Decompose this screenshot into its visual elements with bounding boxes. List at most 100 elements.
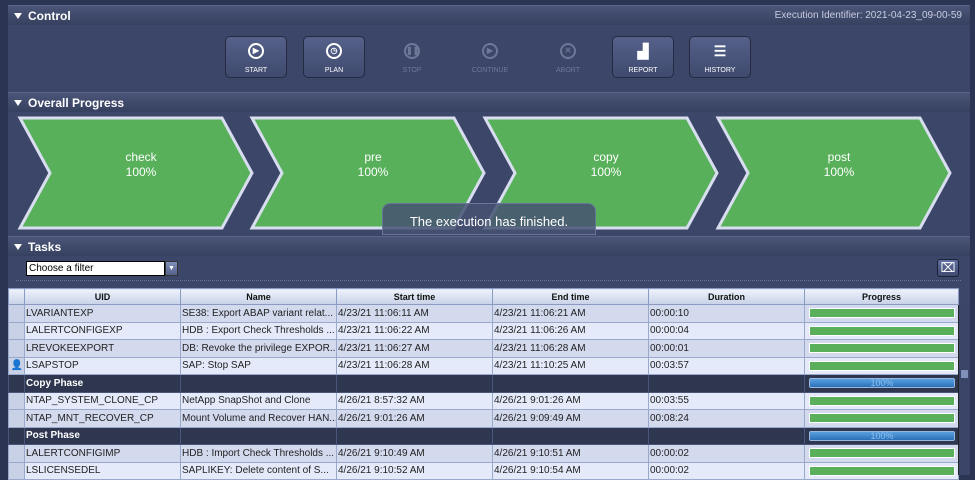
collapse-icon [14,13,22,19]
control-title: Control [28,9,71,23]
progress-cell [804,461,959,480]
cell-name: SAPLIKEY: Delete content of S... [180,461,337,480]
stop-button: ❚❚ STOP [381,36,443,78]
table-row[interactable]: LREVOKEEXPORT DB: Revoke the privilege EX… [8,339,959,358]
icon-cell [8,444,25,463]
phase-percent: 100% [358,165,389,179]
table-row[interactable]: 👤 LSAPSTOP SAP: Stop SAP 4/23/21 11:06:28 A… [8,356,959,375]
table-row[interactable]: NTAP_MNT_RECOVER_CP Mount Volume and Reco… [8,409,959,428]
button-label: ABORT [556,67,580,74]
cell-duration: 00:08:24 [648,409,805,428]
progress-cell [804,356,959,375]
scrollbar-thumb[interactable] [961,370,968,378]
column-header-start-time[interactable]: Start time [336,288,493,305]
abort-icon: ✕ [560,43,576,59]
cell-start: 4/23/21 11:06:11 AM [336,304,493,323]
continue-button: ▶ CONTINUE [459,36,521,78]
empty-cell [336,374,493,393]
empty-cell [180,374,337,393]
control-panel: ▶ START ◷ PLAN ❚❚ STOP ▶ CONTINUE ✕ ABORT ▟ REPORT ☰… [8,25,970,92]
button-label: HISTORY [704,67,736,74]
cell-name: SE38: Export ABAP variant relat... [180,304,337,323]
plan-button[interactable]: ◷ PLAN [303,36,365,78]
column-header-name[interactable]: Name [180,288,337,305]
report-button[interactable]: ▟ REPORT [612,36,674,78]
button-label: START [244,67,268,74]
column-header-uid[interactable]: UID [24,288,181,305]
cell-uid: LSLICENSEDEL [24,461,181,480]
cell-start: 4/26/21 8:57:32 AM [336,391,493,410]
task-progress-bar [809,343,955,354]
progress-cell: 100% [804,374,959,393]
cell-end: 4/23/21 11:06:21 AM [492,304,649,323]
cell-uid: LALERTCONFIGEXP [24,321,181,340]
table-row[interactable]: LSLICENSEDEL SAPLIKEY: Delete content of … [8,461,959,480]
icon-cell [8,391,25,410]
filter-dropdown-button[interactable]: ▼ [165,261,178,276]
cell-name: HDB : Export Check Thresholds ... [180,321,337,340]
column-header-progress[interactable]: Progress [804,288,959,305]
button-label: REPORT [628,67,658,74]
phase-percent: 100% [591,165,622,179]
task-progress-bar [809,395,955,406]
tasks-header[interactable]: Tasks [8,236,970,256]
column-header-duration[interactable]: Duration [648,288,805,305]
cell-name: SAP: Stop SAP [180,356,337,375]
progress-cell [804,304,959,323]
phase-row[interactable]: Post Phase 100% [8,426,959,445]
phase-name: Copy Phase [24,374,181,393]
cell-name: NetApp SnapShot and Clone [180,391,337,410]
task-progress-bar [809,360,955,371]
cell-uid: NTAP_MNT_RECOVER_CP [24,409,181,428]
column-header-end-time[interactable]: End time [492,288,649,305]
cell-end: 4/23/21 11:06:26 AM [492,321,649,340]
cell-end: 4/26/21 9:10:54 AM [492,461,649,480]
button-label: STOP [402,67,422,74]
filter-select[interactable]: Choose a filter [26,261,165,276]
task-progress-bar [809,308,955,319]
phase-name: pre [364,150,382,164]
overall-progress-header[interactable]: Overall Progress [8,92,970,112]
collapse-icon [14,244,22,250]
start-button[interactable]: ▶ START [225,36,287,78]
icon-cell [8,304,25,323]
cell-name: HDB : Import Check Thresholds ... [180,444,337,463]
empty-cell [180,426,337,445]
cell-start: 4/26/21 9:10:49 AM [336,444,493,463]
icon-column-header [8,288,25,305]
cell-end: 4/23/21 11:10:25 AM [492,356,649,375]
progress-cell [804,321,959,340]
cell-end: 4/26/21 9:09:49 AM [492,409,649,428]
progress-cell [804,409,959,428]
cell-start: 4/23/21 11:06:28 AM [336,356,493,375]
resume-icon: ▶ [482,43,498,59]
cell-name: DB: Revoke the privilege EXPOR... [180,339,337,358]
control-header[interactable]: Control Execution Identifier: 2021-04-23_… [8,5,970,25]
cell-uid: LREVOKEEXPORT [24,339,181,358]
phase-name: post [828,150,851,164]
history-button[interactable]: ☰ HISTORY [689,36,751,78]
table-row[interactable]: LALERTCONFIGIMP HDB : Import Check Thresh… [8,444,959,463]
cell-duration: 00:03:55 [648,391,805,410]
phase-name: Post Phase [24,426,181,445]
progress-cell [804,339,959,358]
table-row[interactable]: LVARIANTEXP SE38: Export ABAP variant rel… [8,304,959,323]
phase-percent: 100% [126,165,157,179]
clock-icon: ◷ [326,43,342,59]
phase-row[interactable]: Copy Phase 100% [8,374,959,393]
clear-filter-button[interactable]: ⌧ [937,259,959,277]
cell-duration: 00:00:01 [648,339,805,358]
table-scrollbar[interactable] [958,305,970,475]
cell-end: 4/26/21 9:01:26 AM [492,391,649,410]
icon-cell [8,321,25,340]
empty-cell [492,374,649,393]
icon-cell [8,374,25,393]
user-icon: 👤 [8,356,25,375]
table-row[interactable]: LALERTCONFIGEXP HDB : Export Check Thresh… [8,321,959,340]
cell-start: 4/23/21 11:06:22 AM [336,321,493,340]
task-progress-bar [809,325,955,336]
table-row[interactable]: NTAP_SYSTEM_CLONE_CP NetApp SnapShot and … [8,391,959,410]
cell-end: 4/26/21 9:10:51 AM [492,444,649,463]
execution-finished-toast: The execution has finished. [382,203,596,235]
phase-name: copy [593,150,618,164]
